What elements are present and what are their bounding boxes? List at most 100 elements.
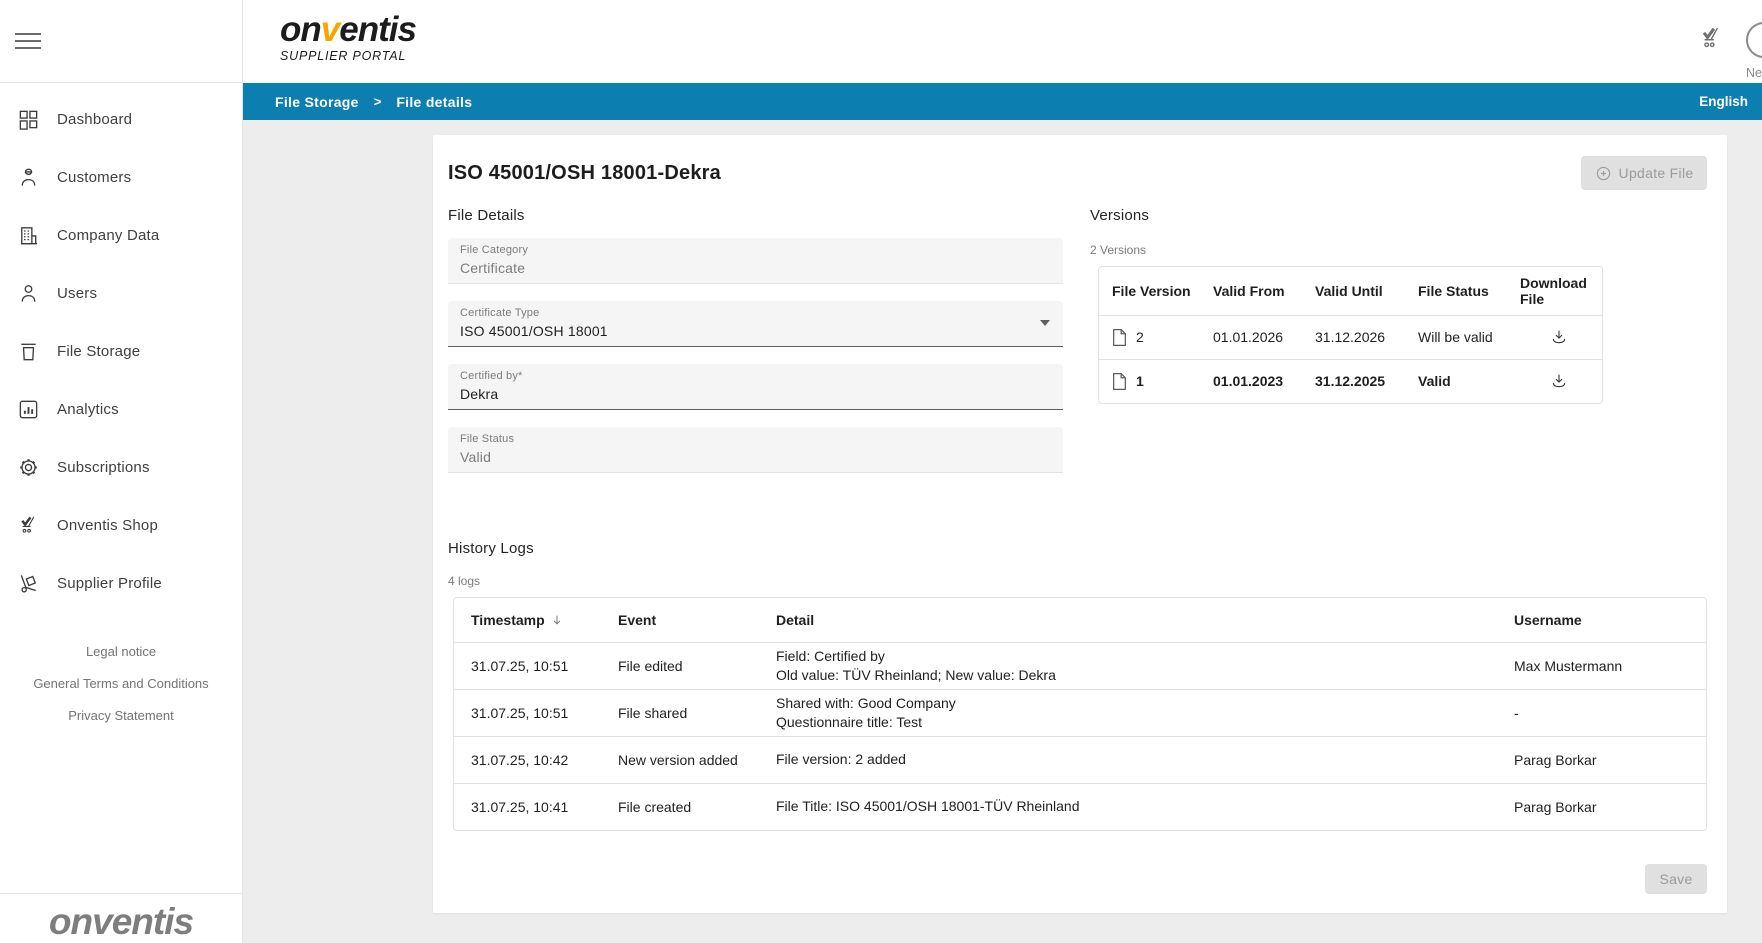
save-row: Save	[448, 864, 1707, 894]
valid-until-cell: 31.12.2025	[1302, 359, 1405, 403]
language-selector[interactable]: English	[1699, 94, 1748, 109]
timestamp-cell: 31.07.25, 10:42	[454, 736, 601, 783]
download-cell	[1507, 315, 1602, 359]
download-cell	[1507, 359, 1602, 403]
field-certified-by[interactable]: Certified by*Dekra	[448, 364, 1063, 410]
timestamp-cell: 31.07.25, 10:51	[454, 642, 601, 689]
help-icon[interactable]	[1746, 22, 1762, 58]
username-cell: Parag Borkar	[1497, 736, 1707, 783]
sidebar-item-label: Dashboard	[57, 111, 132, 128]
field-file-category: File Category Certificate	[448, 238, 1063, 284]
event-cell: New version added	[601, 736, 759, 783]
history-col-detail: Detail	[759, 598, 1497, 642]
detail-cell: File Title: ISO 45001/OSH 18001-TÜV Rhei…	[759, 783, 1497, 830]
history-row: 31.07.25, 10:51File sharedShared with: G…	[454, 689, 1707, 736]
breadcrumb-file-details: File details	[396, 94, 472, 110]
versions-col-file-status: File Status	[1405, 267, 1507, 315]
field-file-status: File StatusValid	[448, 427, 1063, 473]
versions-heading: Versions	[1090, 207, 1603, 224]
app-window: Dashboard Customers Company Data Users File …	[0, 0, 1762, 943]
timestamp-cell: 31.07.25, 10:41	[454, 783, 601, 830]
version-number: 2	[1136, 329, 1144, 345]
history-logs-table: TimestampEventDetailUsername 31.07.25, 1…	[453, 597, 1707, 831]
sidebar-item-onventis-shop[interactable]: Onventis Shop	[0, 496, 242, 554]
valid-until-cell: 31.12.2026	[1302, 315, 1405, 359]
sidebar-item-file-storage[interactable]: File Storage	[0, 322, 242, 380]
footer-link-general-terms-and-conditions[interactable]: General Terms and Conditions	[0, 676, 242, 691]
detail-cell: Shared with: Good CompanyQuestionnaire t…	[759, 689, 1497, 736]
onventis-logo: onventis SUPPLIER PORTAL	[280, 12, 416, 63]
detail-line: Shared with: Good Company	[776, 694, 1493, 713]
logo-checkmark: v	[321, 10, 339, 49]
breadcrumb: File Storage > File details English	[243, 83, 1762, 120]
versions-col-valid-until: Valid Until	[1302, 267, 1405, 315]
history-col-label: Timestamp	[471, 612, 545, 628]
shop-cart-icon[interactable]	[1697, 23, 1725, 53]
sidebar-item-users[interactable]: Users	[0, 264, 242, 322]
sidebar-item-supplier-profile[interactable]: Supplier Profile	[0, 554, 242, 612]
field-value: Valid	[460, 449, 1051, 465]
breadcrumb-file-storage[interactable]: File Storage	[275, 94, 359, 110]
file-details-heading: File Details	[448, 207, 1063, 224]
sidebar-item-customers[interactable]: Customers	[0, 148, 242, 206]
detail-line: File Title: ISO 45001/OSH 18001-TÜV Rhei…	[776, 797, 1493, 816]
field-value: Dekra	[460, 386, 1051, 402]
breadcrumb-separator-icon: >	[374, 94, 382, 109]
sidebar-item-dashboard[interactable]: Dashboard	[0, 90, 242, 148]
field-value: Certificate	[460, 260, 1051, 276]
footer-link-legal-notice[interactable]: Legal notice	[0, 644, 242, 659]
hamburger-menu-icon[interactable]	[15, 33, 41, 49]
sidebar-logo: onventis	[49, 903, 193, 940]
download-file-button[interactable]	[1550, 328, 1568, 346]
update-file-button[interactable]: Update File	[1581, 156, 1707, 190]
file-storage-icon	[16, 339, 40, 363]
sidebar-item-label: Users	[57, 285, 97, 302]
sort-down-icon	[550, 613, 564, 627]
detail-line: Old value: TÜV Rheinland; New value: Dek…	[776, 666, 1493, 685]
username-cell: Parag Borkar	[1497, 783, 1707, 830]
versions-col-valid-from: Valid From	[1200, 267, 1302, 315]
sidebar-header	[0, 0, 242, 83]
sidebar-item-analytics[interactable]: Analytics	[0, 380, 242, 438]
history-row: 31.07.25, 10:51File edited Field: Certifi…	[454, 642, 1707, 689]
detail-line: Field: Certified by	[776, 647, 1493, 666]
download-icon	[1550, 328, 1568, 346]
save-button[interactable]: Save	[1645, 864, 1707, 894]
file-details-section: File Details File Category Certificate Cer…	[448, 207, 1063, 490]
users-icon	[16, 281, 40, 305]
sidebar-item-subscriptions[interactable]: Subscriptions	[0, 438, 242, 496]
event-cell: File edited	[601, 642, 759, 689]
doc-icon	[1112, 372, 1127, 391]
sidebar-item-label: Onventis Shop	[57, 517, 158, 534]
sidebar-item-label: File Storage	[57, 343, 140, 360]
field-label: File Category	[460, 244, 1051, 256]
field-certificate-type[interactable]: Certificate TypeISO 45001/OSH 18001	[448, 301, 1063, 347]
history-logs-count: 4 logs	[448, 574, 1707, 588]
sidebar-item-company-data[interactable]: Company Data	[0, 206, 242, 264]
file-details-card: ISO 45001/OSH 18001-Dekra Update File Fi…	[433, 135, 1727, 913]
valid-from-cell: 01.01.2026	[1200, 315, 1302, 359]
footer-link-privacy-statement[interactable]: Privacy Statement	[0, 708, 242, 723]
field-value: ISO 45001/OSH 18001	[460, 323, 1051, 339]
event-cell: File created	[601, 783, 759, 830]
page-title: ISO 45001/OSH 18001-Dekra	[448, 162, 721, 185]
sidebar-item-label: Analytics	[57, 401, 119, 418]
history-col-event: Event	[601, 598, 759, 642]
sidebar-item-label: Company Data	[57, 227, 159, 244]
version-row: 201.01.202631.12.2026Will be valid	[1099, 315, 1602, 359]
sidebar-nav: Dashboard Customers Company Data Users File …	[0, 83, 242, 612]
shop-cart-icon	[16, 513, 40, 537]
sort-by-timestamp[interactable]: Timestamp	[471, 612, 564, 628]
history-col-timestamp[interactable]: Timestamp	[454, 598, 601, 642]
subscriptions-icon	[16, 455, 40, 479]
download-file-button[interactable]	[1550, 372, 1568, 390]
doc-icon	[1112, 328, 1127, 347]
download-icon	[1550, 372, 1568, 390]
customers-icon	[16, 165, 40, 189]
version-number: 1	[1136, 373, 1144, 389]
username-cell: Max Mustermann	[1497, 642, 1707, 689]
versions-count: 2 Versions	[1090, 243, 1603, 257]
main-area: onventis SUPPLIER PORTAL Ne File Storage…	[243, 0, 1762, 943]
sidebar: Dashboard Customers Company Data Users File …	[0, 0, 243, 943]
event-cell: File shared	[601, 689, 759, 736]
